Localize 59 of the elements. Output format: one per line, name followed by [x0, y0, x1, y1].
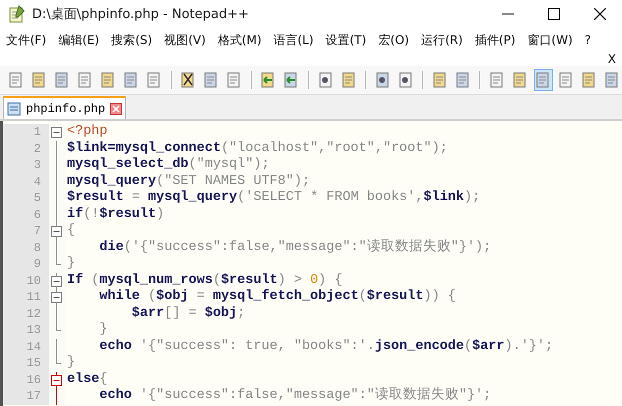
menu-item[interactable]: ? — [584, 33, 591, 47]
fold-minus-icon[interactable] — [51, 223, 62, 240]
menu-item[interactable]: 宏(O) — [378, 32, 410, 48]
code-line: mysql_query("SET NAMES UTF8"); — [66, 174, 310, 190]
fold-minus-icon[interactable] — [51, 272, 62, 290]
line-number: 4 — [3, 174, 49, 190]
code-line: $link=mysql_connect("localhost","root","root"); — [66, 140, 448, 157]
menu-item[interactable]: 设置(T) — [326, 32, 366, 48]
code-line: } — [66, 355, 76, 372]
fold-minus-icon[interactable] — [51, 124, 62, 141]
close-tab-icon[interactable] — [110, 102, 122, 114]
line-number: 3 — [3, 157, 49, 174]
code-line: $arr[] = $obj; — [130, 306, 246, 322]
code-line: echo '{"success":false,"message":"读取数据失败"}'; — [98, 388, 492, 404]
line-number: 5 — [3, 190, 49, 206]
menu-item[interactable]: 插件(P) — [474, 32, 516, 48]
notepad-icon — [8, 5, 26, 23]
code-line: If (mysql_num_rows($result) > 0) { — [66, 272, 342, 289]
fold-minus-icon[interactable] — [51, 289, 62, 306]
code-line: } — [98, 322, 108, 338]
menu-item[interactable]: 文件(F) — [6, 32, 46, 48]
code-line: else{ — [66, 372, 108, 388]
line-number: 8 — [3, 240, 49, 256]
code-line: <?php — [66, 124, 108, 140]
code-line: $result = mysql_query('SELECT * FROM books',$link); — [66, 190, 480, 206]
menu-item[interactable]: 编辑(E) — [58, 32, 100, 48]
menu-item[interactable]: 运行(R) — [421, 32, 463, 48]
line-number: 12 — [3, 306, 49, 322]
fold-minus-icon[interactable] — [51, 372, 62, 388]
code-line: die('{"success":false,"message":"读取数据失败"}'); — [98, 240, 492, 256]
code-line: echo '{"success": true, "books":'.json_encode($arr).'}'; — [98, 338, 554, 355]
file-icon — [7, 102, 21, 116]
window-title: D:\桌面\phpinfo.php - Notepad++ — [32, 6, 249, 23]
line-number: 11 — [3, 289, 49, 306]
line-number: 6 — [3, 206, 49, 223]
line-number: 13 — [3, 322, 49, 338]
line-number: 17 — [3, 388, 49, 404]
line-number: 14 — [3, 338, 49, 355]
menu-item[interactable]: 搜索(S) — [111, 32, 152, 48]
code-line: { — [66, 223, 76, 240]
maximize-icon[interactable] — [548, 8, 560, 20]
code-line: } — [66, 256, 76, 272]
menu-item[interactable]: 格式(M) — [218, 32, 262, 48]
line-number: 1 — [3, 124, 49, 140]
line-number: 2 — [3, 140, 49, 157]
close-icon[interactable] — [594, 8, 606, 20]
menu-item[interactable]: 语言(L) — [274, 32, 314, 48]
line-number: 16 — [3, 372, 49, 388]
file-tab[interactable]: phpinfo.php — [3, 96, 126, 119]
code-line: mysql_select_db("mysql"); — [66, 157, 270, 174]
line-number: 9 — [3, 256, 49, 272]
code-line: if(!$result) — [66, 206, 164, 223]
menu-item[interactable]: 视图(V) — [164, 32, 206, 48]
line-number: 15 — [3, 355, 49, 372]
menu-item[interactable]: 窗口(W) — [527, 32, 573, 48]
line-number: 7 — [3, 223, 49, 240]
line-number: 10 — [3, 272, 49, 289]
close-document-button[interactable]: X — [608, 52, 616, 66]
code-line: while ($obj = mysql_fetch_object($result)) { — [98, 289, 456, 306]
